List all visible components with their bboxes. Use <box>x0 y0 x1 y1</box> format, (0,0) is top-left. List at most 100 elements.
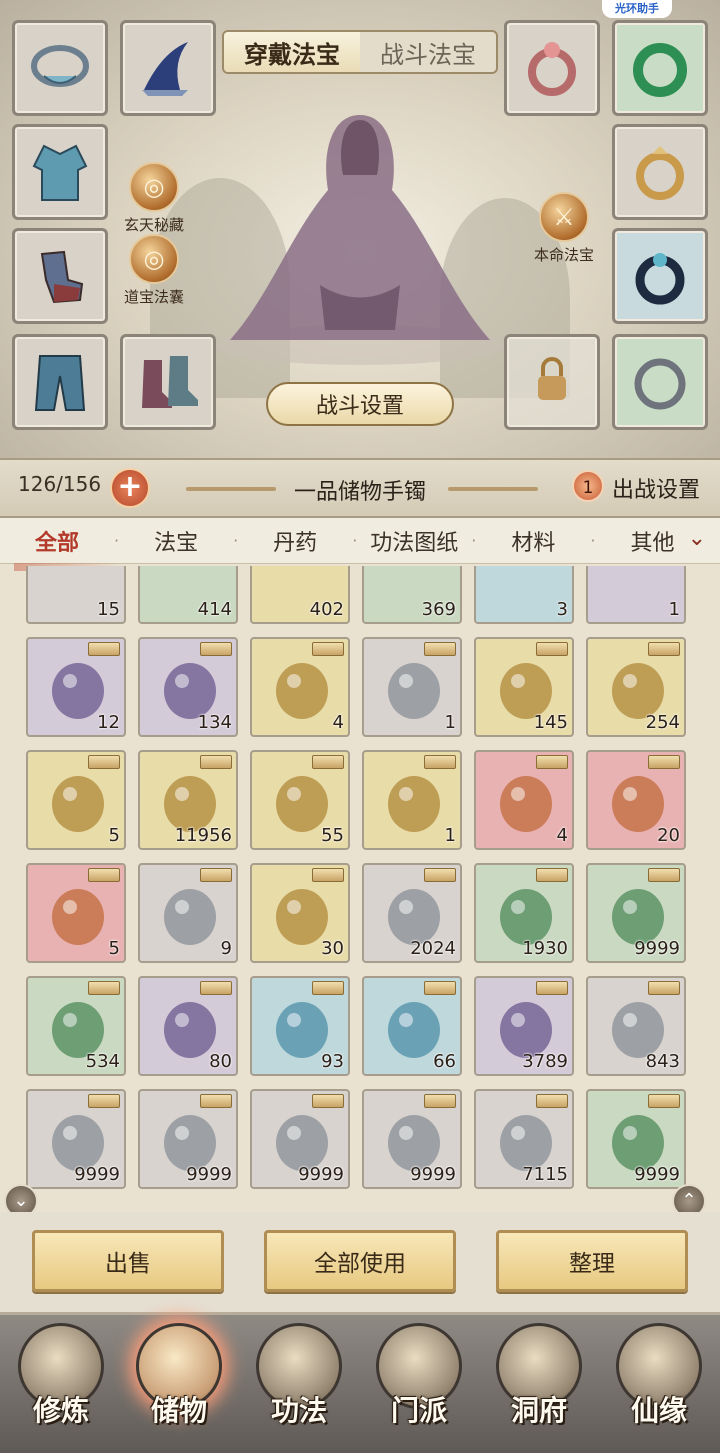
item-grid-viewport[interactable]: 15 414 402 369 3 1 12 134 4 1 145 254 5 11956 55 1 4 20 5 9… <box>26 566 694 1202</box>
use-all-button[interactable]: 全部使用 <box>264 1230 456 1292</box>
tab-treasure[interactable]: 法宝 <box>119 525 233 557</box>
nav-storage[interactable]: 储物 <box>124 1323 234 1451</box>
equip-tab-switch: 穿戴法宝 战斗法宝 <box>222 30 498 74</box>
equip-slot-pants[interactable] <box>12 334 108 430</box>
nav-cultivate[interactable]: 修炼 <box>6 1323 116 1451</box>
item-slot[interactable]: 7115 <box>474 1089 574 1189</box>
silver-ring-icon <box>634 358 686 410</box>
item-slot[interactable]: 1 <box>362 750 462 850</box>
item-slot[interactable]: 1930 <box>474 863 574 963</box>
sort-button[interactable]: 整理 <box>496 1230 688 1292</box>
item-quantity: 534 <box>85 1051 120 1072</box>
item-slot[interactable]: 4 <box>250 637 350 737</box>
item-slot[interactable]: 66 <box>362 976 462 1076</box>
item-slot[interactable]: 5 <box>26 863 126 963</box>
item-slot[interactable]: 843 <box>586 976 686 1076</box>
item-quantity: 5 <box>108 938 120 959</box>
item-slot[interactable]: 20 <box>586 750 686 850</box>
item-slot[interactable]: 80 <box>138 976 238 1076</box>
item-quantity: 93 <box>321 1051 344 1072</box>
spiral-icon: ◎ <box>129 162 179 212</box>
item-slot[interactable]: 30 <box>250 863 350 963</box>
paper-scroll-icon <box>164 889 216 945</box>
item-slot[interactable]: 534 <box>26 976 126 1076</box>
item-slot[interactable]: 5 <box>26 750 126 850</box>
item-slot[interactable]: 55 <box>250 750 350 850</box>
tab-combat-treasure[interactable]: 战斗法宝 <box>360 32 496 72</box>
nav-label: 洞府 <box>510 1394 567 1427</box>
deploy-count-badge[interactable]: 1 <box>572 470 604 502</box>
nav-label: 门派 <box>390 1394 447 1427</box>
item-quantity: 414 <box>197 599 232 620</box>
tab-all[interactable]: 全部 <box>0 525 124 571</box>
item-quantity: 7115 <box>522 1164 568 1185</box>
item-slot[interactable]: 9999 <box>586 1089 686 1189</box>
nav-fate[interactable]: 仙缘 <box>604 1323 714 1451</box>
amber-egg-icon <box>500 776 552 832</box>
item-quantity: 9999 <box>634 1164 680 1185</box>
item-quantity: 254 <box>645 712 680 733</box>
chevron-down-icon[interactable]: ⌄ <box>688 526 706 551</box>
deploy-settings-button[interactable]: 出战设置 <box>612 472 700 504</box>
item-quantity: 369 <box>421 599 456 620</box>
item-slot[interactable]: 254 <box>586 637 686 737</box>
xuantian-treasury-button[interactable]: ◎ 玄天秘藏 <box>104 162 204 235</box>
equip-slot-ring-5[interactable] <box>612 334 708 430</box>
item-slot[interactable]: 15 <box>26 566 126 624</box>
item-slot[interactable]: 12 <box>26 637 126 737</box>
item-slot[interactable]: 134 <box>138 637 238 737</box>
item-slot[interactable]: 1 <box>362 637 462 737</box>
daobao-pouch-button[interactable]: ◎ 道宝法囊 <box>104 234 204 307</box>
battle-settings-button[interactable]: 战斗设置 <box>266 382 454 426</box>
equip-slot-ring-4[interactable] <box>612 228 708 324</box>
tab-pills[interactable]: 丹药 <box>238 525 352 557</box>
equip-slot-boots[interactable] <box>120 334 216 430</box>
equip-slot-locked[interactable] <box>504 334 600 430</box>
item-slot[interactable]: 9999 <box>362 1089 462 1189</box>
necklace-icon <box>31 45 89 87</box>
item-slot[interactable]: 4 <box>474 750 574 850</box>
nav-cave[interactable]: 洞府 <box>484 1323 594 1451</box>
equip-slot-necklace[interactable] <box>12 20 108 116</box>
item-quantity: 9999 <box>74 1164 120 1185</box>
equip-slot-ring-2[interactable] <box>612 20 708 116</box>
item-slot[interactable]: 3789 <box>474 976 574 1076</box>
nav-techniques[interactable]: 功法 <box>244 1323 354 1451</box>
tab-worn-treasure[interactable]: 穿戴法宝 <box>224 32 360 72</box>
item-quantity: 9999 <box>186 1164 232 1185</box>
item-slot[interactable]: 3 <box>474 566 574 624</box>
equip-slot-ring-3[interactable] <box>612 124 708 220</box>
lock-icon <box>538 357 566 400</box>
item-slot[interactable]: 414 <box>138 566 238 624</box>
item-quantity: 4 <box>332 712 344 733</box>
pouch-icon: ◎ <box>129 234 179 284</box>
item-slot[interactable]: 1 <box>586 566 686 624</box>
equip-slot-robe[interactable] <box>12 124 108 220</box>
tab-materials[interactable]: 材料 <box>476 525 590 557</box>
equip-slot-hat[interactable] <box>120 20 216 116</box>
item-slot[interactable]: 9 <box>138 863 238 963</box>
item-quantity: 1930 <box>522 938 568 959</box>
item-slot[interactable]: 9999 <box>250 1089 350 1189</box>
item-quantity: 5 <box>108 825 120 846</box>
gloves-icon <box>40 250 84 304</box>
bone-fragment-icon <box>276 663 328 719</box>
equip-slot-ring-1[interactable] <box>504 20 600 116</box>
benming-label: 本命法宝 <box>533 246 594 264</box>
item-slot[interactable]: 145 <box>474 637 574 737</box>
item-slot[interactable]: 2024 <box>362 863 462 963</box>
item-slot[interactable]: 11956 <box>138 750 238 850</box>
item-slot[interactable]: 9999 <box>138 1089 238 1189</box>
sell-button[interactable]: 出售 <box>32 1230 224 1292</box>
ring-icon <box>528 42 576 96</box>
boots-icon <box>142 356 198 408</box>
item-slot[interactable]: 369 <box>362 566 462 624</box>
item-slot[interactable]: 93 <box>250 976 350 1076</box>
natal-treasure-button[interactable]: ⚔ 本命法宝 <box>514 192 614 265</box>
equip-slot-gloves[interactable] <box>12 228 108 324</box>
nav-sect[interactable]: 门派 <box>364 1323 474 1451</box>
item-slot[interactable]: 9999 <box>586 863 686 963</box>
item-slot[interactable]: 402 <box>250 566 350 624</box>
tab-techniques[interactable]: 功法图纸 <box>357 525 471 557</box>
item-slot[interactable]: 9999 <box>26 1089 126 1189</box>
